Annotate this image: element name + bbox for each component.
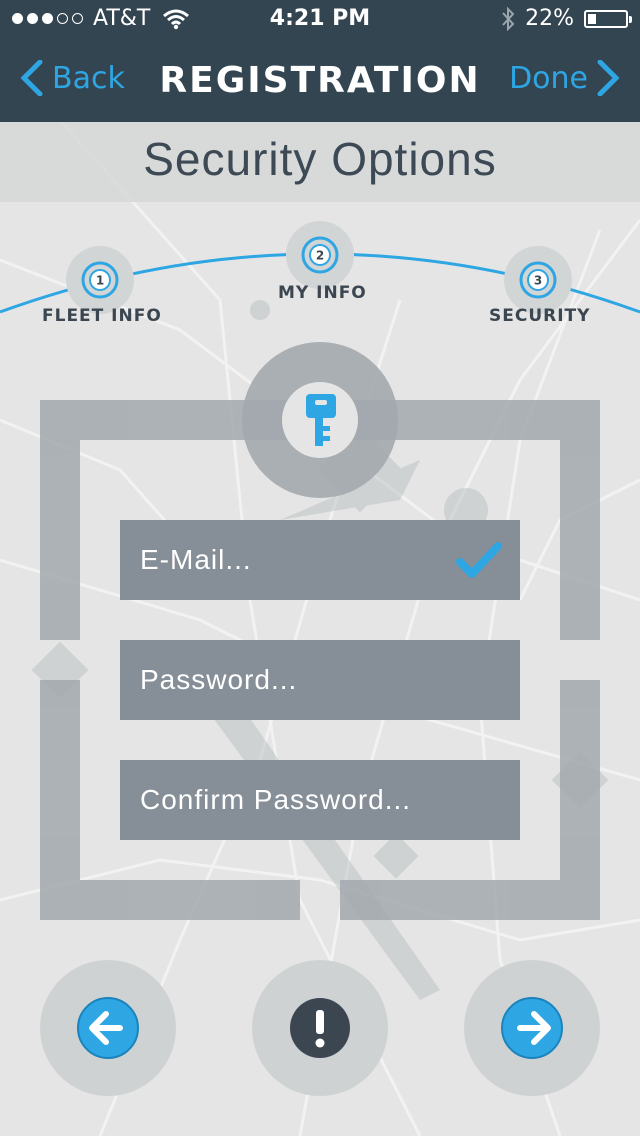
navigation-bar: AT&T 4:21 PM 22% Back REGISTRATION Done [0,0,640,122]
step-2-number: 2 [316,249,324,263]
password-field[interactable] [120,640,520,720]
next-button[interactable] [464,960,600,1096]
done-button[interactable]: Done [509,60,620,96]
previous-button[interactable] [40,960,176,1096]
info-button[interactable] [252,960,388,1096]
key-icon [306,394,336,446]
bluetooth-icon [502,6,515,31]
page-title: Security Options [143,133,497,185]
step-3-number: 3 [534,274,542,288]
done-label: Done [509,60,588,96]
battery-level [588,13,596,24]
step-1-label: FLEET INFO [42,306,162,326]
battery-icon [584,9,632,28]
battery-percent: 22% [525,6,574,31]
exclamation-icon [315,1010,325,1048]
confirm-password-field[interactable] [120,760,520,840]
step-3-indicator[interactable]: 3 [504,246,572,314]
step-2-indicator[interactable]: 2 [286,221,354,289]
step-1-indicator[interactable]: 1 [66,246,134,314]
status-right: 22% [501,6,632,31]
step-2-label: MY INFO [278,283,367,303]
status-bar: AT&T 4:21 PM 22% [0,0,640,40]
chevron-right-icon [597,60,620,96]
step-3-label: SECURITY [489,306,591,326]
step-1-number: 1 [96,274,104,288]
checkmark-icon [456,542,502,578]
